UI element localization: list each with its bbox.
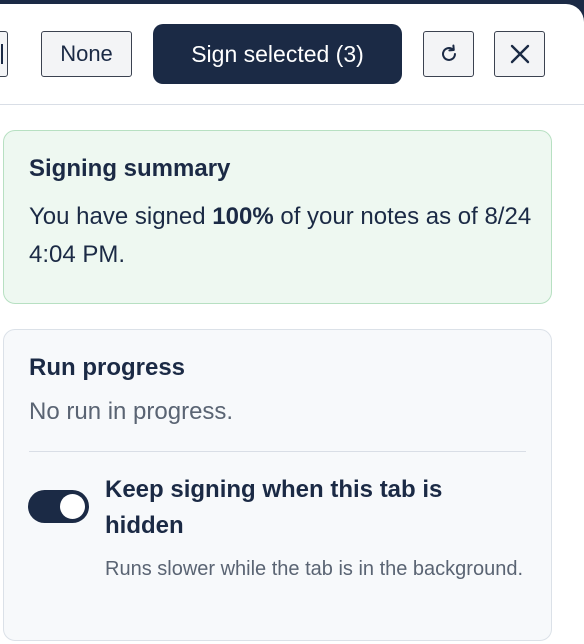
keep-signing-help-text: Runs slower while the tab is in the back… [105, 558, 524, 580]
signing-summary-title: Signing summary [29, 155, 231, 182]
signing-summary-card: Signing summary You have signed 100% of … [3, 130, 552, 304]
toggle-knob [60, 494, 85, 519]
keep-signing-label: Keep signing when this tab is hidden [105, 476, 443, 539]
signing-panel: None Sign selected (3) Signing summary Y… [0, 4, 584, 644]
close-button[interactable] [494, 31, 545, 77]
signed-percent: 100% [212, 203, 274, 230]
keep-signing-toggle[interactable] [28, 490, 89, 523]
select-none-button[interactable]: None [41, 31, 132, 77]
divider [29, 451, 526, 452]
toolbar: None Sign selected (3) [0, 4, 584, 105]
refresh-button[interactable] [423, 31, 474, 77]
summary-text-prefix: You have signed [29, 203, 213, 230]
run-progress-status: No run in progress. [29, 398, 234, 425]
run-progress-card: Run progress No run in progress. Keep si… [3, 329, 552, 641]
run-progress-title: Run progress [29, 354, 186, 381]
select-all-label-fragment [1, 44, 3, 64]
signing-summary-text: You have signed 100% of your notes as of… [29, 198, 534, 274]
sign-selected-button[interactable]: Sign selected (3) [153, 24, 402, 84]
close-icon [510, 44, 529, 64]
refresh-icon [441, 44, 456, 61]
select-all-button[interactable] [0, 31, 8, 77]
